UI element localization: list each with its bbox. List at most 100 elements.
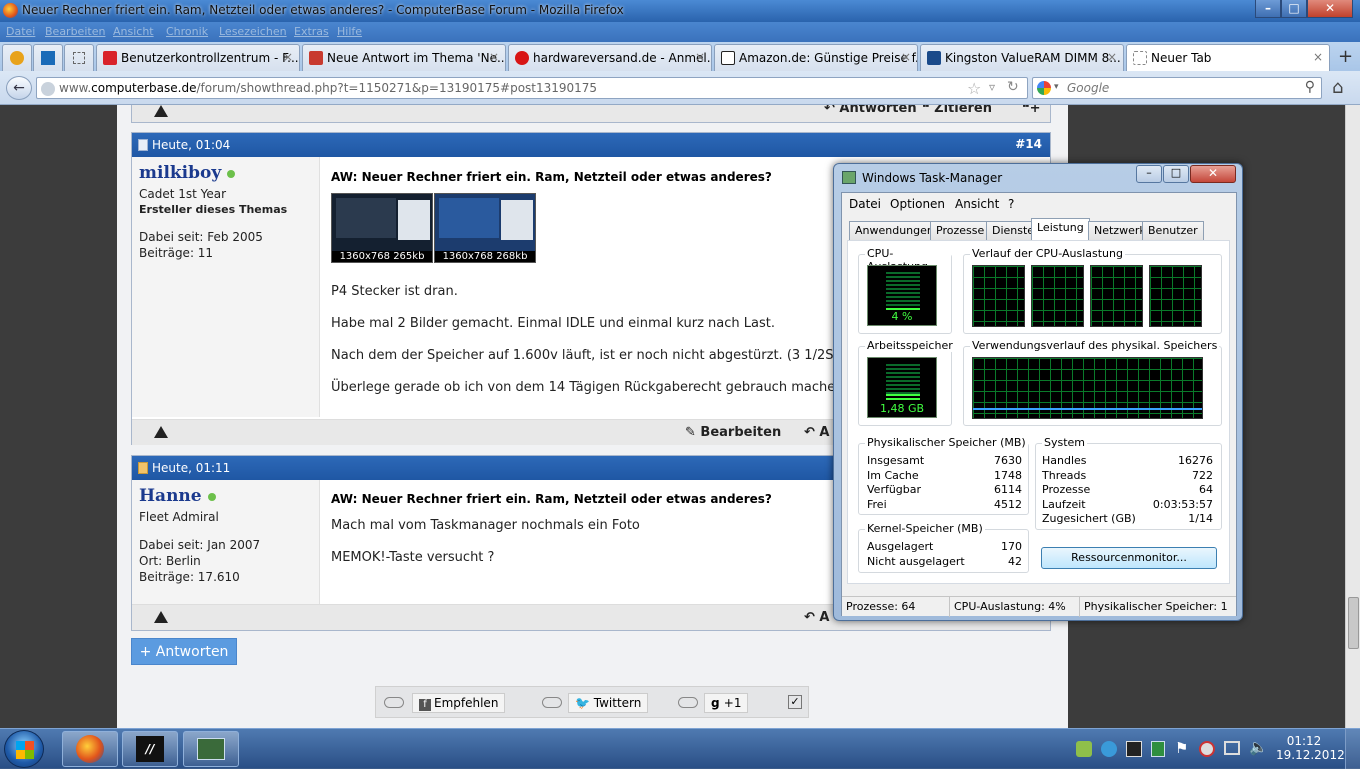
home-icon[interactable]: ⌂ [1332, 77, 1343, 98]
tab-label: Kingston ValueRAM DIMM 8... [945, 51, 1121, 65]
site-identity-icon[interactable] [41, 82, 55, 96]
google-plus-button[interactable]: g +1 [704, 693, 749, 713]
app-tab-1[interactable] [2, 44, 32, 71]
tab-close-icon[interactable]: × [1107, 50, 1117, 64]
menu-view[interactable]: Ansicht [113, 25, 154, 38]
tab-1[interactable]: Benutzerkontrollzentrum - F... × [96, 44, 300, 71]
taskbar-taskmanager-button[interactable] [183, 731, 239, 767]
physical-memory-group: Physikalischer Speicher (MB) Insgesamt 76… [858, 436, 1029, 515]
tm-menu-file[interactable]: Datei [849, 197, 881, 211]
facebook-recommend-button[interactable]: f Empfehlen [412, 693, 506, 713]
start-button[interactable] [4, 730, 44, 768]
menu-history[interactable]: Chronik [166, 25, 208, 38]
restore-button[interactable]: □ [1281, 0, 1307, 18]
resource-monitor-button[interactable]: Ressourcenmonitor... [1041, 547, 1217, 569]
twitter-button[interactable]: 🐦 Twittern [568, 693, 649, 713]
tray-icon-1[interactable] [1076, 741, 1092, 757]
phys-row-free: Frei 4512 [867, 498, 1022, 511]
taskbar-firefox-button[interactable] [62, 731, 118, 767]
tm-close-button[interactable]: ✕ [1190, 165, 1236, 183]
user-rank: Cadet 1st Year [139, 187, 227, 201]
search-engine-dropdown-icon[interactable]: ▾ [1054, 82, 1059, 92]
close-button[interactable]: ✕ [1307, 0, 1353, 18]
tab-close-icon[interactable]: × [1313, 50, 1323, 64]
app-tab-2[interactable] [33, 44, 63, 71]
tab-2[interactable]: Neue Antwort im Thema 'Ne... × [302, 44, 506, 71]
url-bar[interactable]: www.computerbase.de/forum/showthread.php… [36, 77, 1028, 99]
post-count: Beiträge: 17.610 [139, 570, 240, 584]
url-text[interactable]: www.computerbase.de/forum/showthread.php… [59, 81, 597, 95]
username[interactable]: milkiboy [139, 163, 236, 183]
system-row-handles: Handles 16276 [1042, 454, 1213, 467]
tm-minimize-button[interactable]: – [1136, 165, 1162, 183]
reply-button[interactable]: ↶ Antworten [824, 105, 917, 116]
report-icon[interactable] [154, 105, 168, 117]
tab-4[interactable]: Amazon.de: Günstige Preise f... × [714, 44, 918, 71]
app-tab-3[interactable] [64, 44, 94, 71]
tab-favicon-icon [515, 51, 529, 65]
clock[interactable]: 01:12 19.12.2012 [1276, 734, 1345, 762]
firefox-icon[interactable] [3, 3, 18, 18]
tray-app-icon[interactable] [1126, 741, 1142, 757]
username[interactable]: Hanne [139, 486, 216, 506]
taskbar-app-button[interactable]: // [122, 731, 178, 767]
tab-5[interactable]: Kingston ValueRAM DIMM 8... × [920, 44, 1124, 71]
reply-thread-button[interactable]: + Antworten [131, 638, 237, 665]
attachment-thumbnail-2[interactable]: 1360x768 268kb [434, 193, 536, 263]
reply-button[interactable]: ↶ A [804, 610, 829, 625]
report-icon[interactable] [154, 426, 168, 438]
tab-close-icon[interactable]: × [901, 50, 911, 64]
tm-tab-applications[interactable]: Anwendungen [849, 221, 940, 240]
search-icon[interactable]: ⚲ [1305, 79, 1315, 95]
attachment-thumbnail-1[interactable]: 1360x768 265kb [331, 193, 433, 263]
action-center-flag-icon[interactable]: ⚑ [1175, 739, 1188, 757]
tab-6[interactable]: Neuer Tab × [1126, 44, 1330, 71]
menu-help[interactable]: Hilfe [337, 25, 362, 38]
minimize-button[interactable]: – [1255, 0, 1281, 18]
tray-display-icon[interactable] [1224, 741, 1240, 755]
tab-3[interactable]: hardwareversand.de - Anmel... × [508, 44, 712, 71]
tm-menu-options[interactable]: Optionen [890, 197, 945, 211]
search-input[interactable]: ▾ Google ⚲ [1032, 77, 1322, 99]
menu-tools[interactable]: Extras [294, 25, 329, 38]
scrollbar-thumb[interactable] [1348, 597, 1359, 649]
bookmark-star-icon[interactable]: ☆ [967, 79, 981, 98]
google-icon[interactable] [1037, 81, 1051, 95]
search-placeholder: Google [1067, 81, 1110, 95]
tm-menu-view[interactable]: Ansicht [955, 197, 999, 211]
multiquote-icon[interactable]: ❝+ [1022, 105, 1041, 116]
show-desktop-button[interactable] [1345, 729, 1360, 769]
quote-button[interactable]: ❝ Zitieren [922, 105, 992, 116]
system-row-uptime: Laufzeit 0:03:53:57 [1042, 498, 1213, 511]
post-number[interactable]: #14 [1015, 137, 1042, 151]
volume-icon[interactable]: 🔈 [1249, 738, 1268, 756]
toggle-icon[interactable] [678, 697, 698, 708]
tab-close-icon[interactable]: × [695, 50, 705, 64]
menu-bookmarks[interactable]: Lesezeichen [219, 25, 287, 38]
tab-close-icon[interactable]: × [489, 50, 499, 64]
tray-taskmanager-icon[interactable] [1151, 741, 1165, 757]
new-tab-button[interactable]: + [1338, 46, 1353, 67]
reload-icon[interactable]: ↻ [1007, 79, 1019, 95]
report-icon[interactable] [154, 611, 168, 623]
url-dropdown-icon[interactable]: ▿ [989, 80, 995, 94]
tray-globe-icon[interactable] [1101, 741, 1117, 757]
tray-network-icon[interactable] [1199, 741, 1215, 757]
tm-menu-help[interactable]: ? [1008, 197, 1014, 211]
toggle-icon[interactable] [384, 697, 404, 708]
edit-button[interactable]: ✎ Bearbeiten [685, 425, 781, 440]
tm-tab-users[interactable]: Benutzer [1142, 221, 1204, 240]
memory-meter-fill [886, 394, 920, 402]
menu-file[interactable]: Datei [6, 25, 35, 38]
tab-close-icon[interactable]: × [283, 50, 293, 64]
back-button[interactable]: ← [6, 76, 32, 100]
page-scrollbar[interactable] [1345, 105, 1360, 728]
tm-tab-performance[interactable]: Leistung [1031, 218, 1090, 241]
physical-memory-label: Physikalischer Speicher (MB) [865, 436, 1028, 449]
menu-edit[interactable]: Bearbeiten [45, 25, 105, 38]
tm-tab-processes[interactable]: Prozesse [930, 221, 991, 240]
settings-checkbox-icon[interactable]: ✓ [788, 695, 802, 709]
reply-button[interactable]: ↶ A [804, 425, 829, 440]
tm-maximize-button[interactable]: □ [1163, 165, 1189, 183]
toggle-icon[interactable] [542, 697, 562, 708]
